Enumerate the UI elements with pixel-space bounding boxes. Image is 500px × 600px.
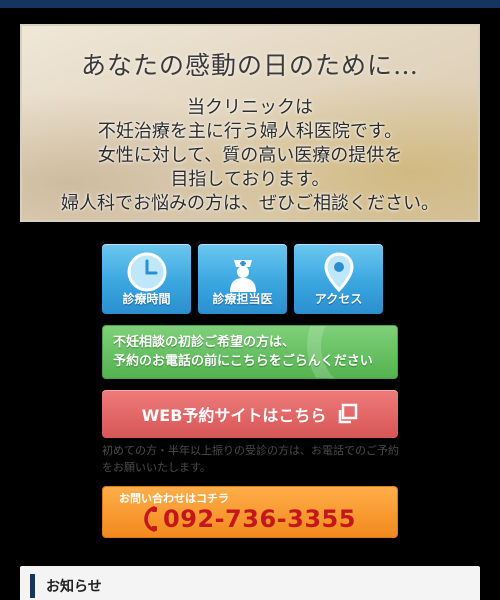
hero-line: 目指しております。	[170, 169, 330, 190]
infertility-consult-button[interactable]: 不妊相談の初診ご希望の方は、 予約のお電話の前にこちらをごらんください	[102, 325, 398, 379]
top-bar	[0, 0, 500, 8]
map-pin-icon	[323, 252, 354, 293]
hero-line: 当クリニックは	[187, 97, 313, 118]
news-accent-bar	[30, 574, 35, 598]
hero-line: 婦人科でお悩みの方は、ぜひご相談ください。	[61, 193, 439, 214]
web-reservation-label: WEB予約サイトはこちら	[141, 406, 327, 425]
hero-line: 不妊治療を主に行う婦人科医院です。	[97, 121, 403, 142]
phone-caption: お問い合わせはコチラ	[119, 492, 229, 505]
hero-title: あなたの感動の日のために…	[80, 51, 419, 80]
consult-line-1: 不妊相談の初診ご希望の方は、	[113, 335, 296, 350]
nurse-icon	[229, 260, 256, 292]
web-reservation-button[interactable]: WEB予約サイトはこちら	[102, 390, 398, 438]
news-title: お知らせ	[46, 579, 102, 595]
hours-button[interactable]: 診療時間	[102, 244, 191, 314]
access-button[interactable]: アクセス	[294, 244, 383, 314]
doctors-button[interactable]: 診療担当医	[198, 244, 287, 314]
phone-number: 092-736-3355	[163, 505, 356, 533]
phone-row: 092-736-3355	[143, 505, 356, 533]
hero-text: 当クリニックは 不妊治療を主に行う婦人科医院です。 女性に対して、質の高い医療の…	[22, 96, 478, 216]
news-section-header: お知らせ	[20, 566, 480, 600]
access-label: アクセス	[314, 292, 363, 306]
phone-icon	[144, 506, 157, 532]
hero-banner: あなたの感動の日のために… 当クリニックは 不妊治療を主に行う婦人科医院です。 …	[20, 24, 480, 222]
hours-label: 診療時間	[122, 292, 171, 306]
reservation-note: 初めての方・半年以上振りの受診の方は、お電話でのご予約をお願いいたします。	[102, 444, 399, 474]
consult-line-2: 予約のお電話の前にこちらをごらんください	[113, 354, 373, 369]
quick-nav: 診療時間 診療担当医 アクセス	[102, 244, 384, 314]
doctors-label: 診療担当医	[212, 292, 273, 306]
clock-icon	[127, 252, 166, 292]
external-link-icon	[339, 403, 358, 424]
hero-line: 女性に対して、質の高い医療の提供を	[97, 145, 403, 166]
phone-contact-button[interactable]: お問い合わせはコチラ 092-736-3355	[102, 486, 398, 538]
